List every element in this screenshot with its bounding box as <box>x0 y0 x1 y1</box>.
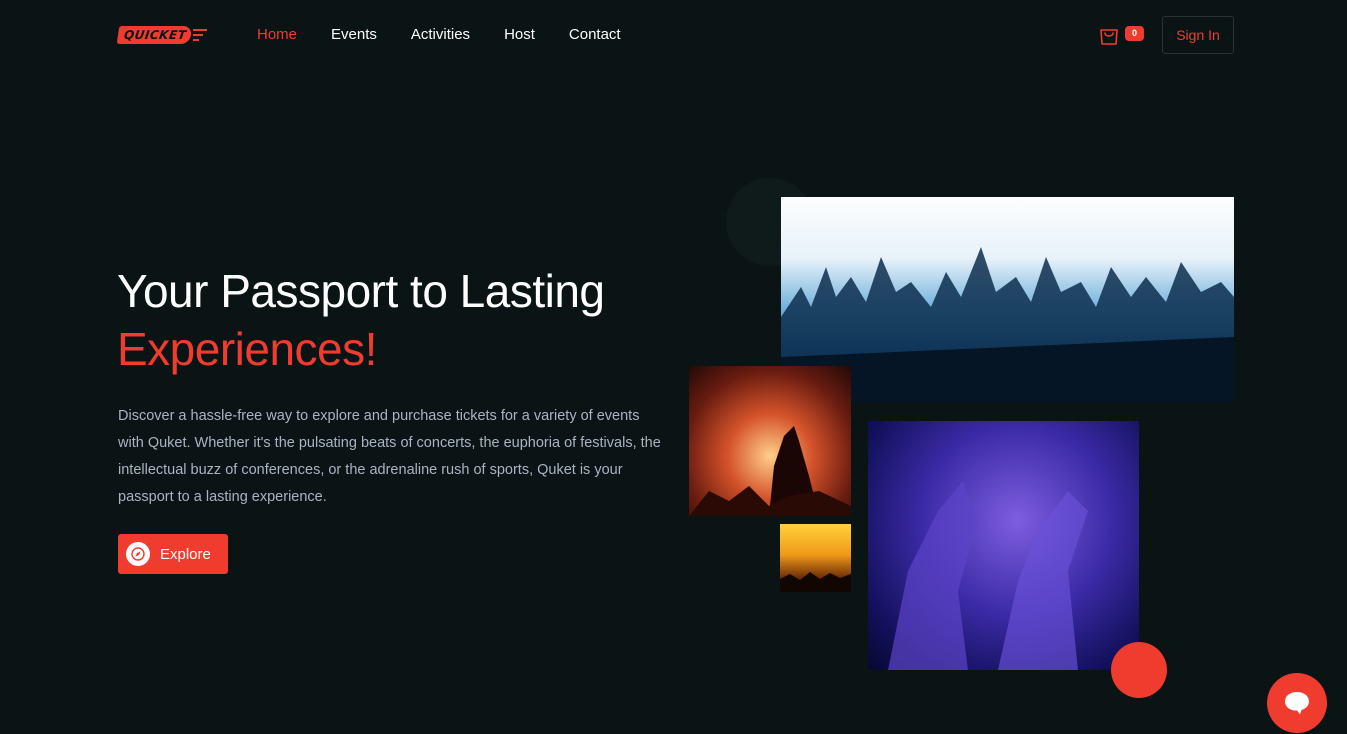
sign-in-button[interactable]: Sign In <box>1162 16 1234 54</box>
purple-crowd-image <box>868 421 1139 670</box>
nav-item-events[interactable]: Events <box>331 25 377 45</box>
site-header: QUICKET Home Events Activities Host Cont… <box>0 0 1347 70</box>
compass-icon <box>126 542 150 566</box>
main-nav: Home Events Activities Host Contact <box>257 25 655 45</box>
logo-text: QUICKET <box>116 26 193 44</box>
chat-bubble-icon <box>1285 692 1309 715</box>
hero-title-line1: Your Passport to Lasting <box>117 265 605 317</box>
cart-button[interactable]: 0 <box>1098 23 1146 47</box>
confetti-crowd-image <box>689 366 851 516</box>
chat-widget-button[interactable] <box>1267 673 1327 733</box>
brand-logo[interactable]: QUICKET <box>116 22 208 48</box>
hero-description: Discover a hassle-free way to explore an… <box>118 408 661 505</box>
explore-label: Explore <box>160 545 211 563</box>
shopping-bag-icon <box>1100 29 1118 45</box>
stage-lights-image <box>780 524 851 592</box>
hero-title-accent: Experiences! <box>117 323 377 375</box>
nav-item-home[interactable]: Home <box>257 25 297 45</box>
explore-button[interactable]: Explore <box>118 534 228 574</box>
nav-item-contact[interactable]: Contact <box>569 25 621 45</box>
logo-speed-lines <box>193 29 208 41</box>
hero-title: Your Passport to Lasting Experiences! <box>117 262 677 378</box>
nav-item-activities[interactable]: Activities <box>411 25 470 45</box>
cart-count-badge: 0 <box>1125 26 1144 41</box>
decorative-circle-red <box>1111 642 1167 698</box>
nav-item-host[interactable]: Host <box>504 25 535 45</box>
